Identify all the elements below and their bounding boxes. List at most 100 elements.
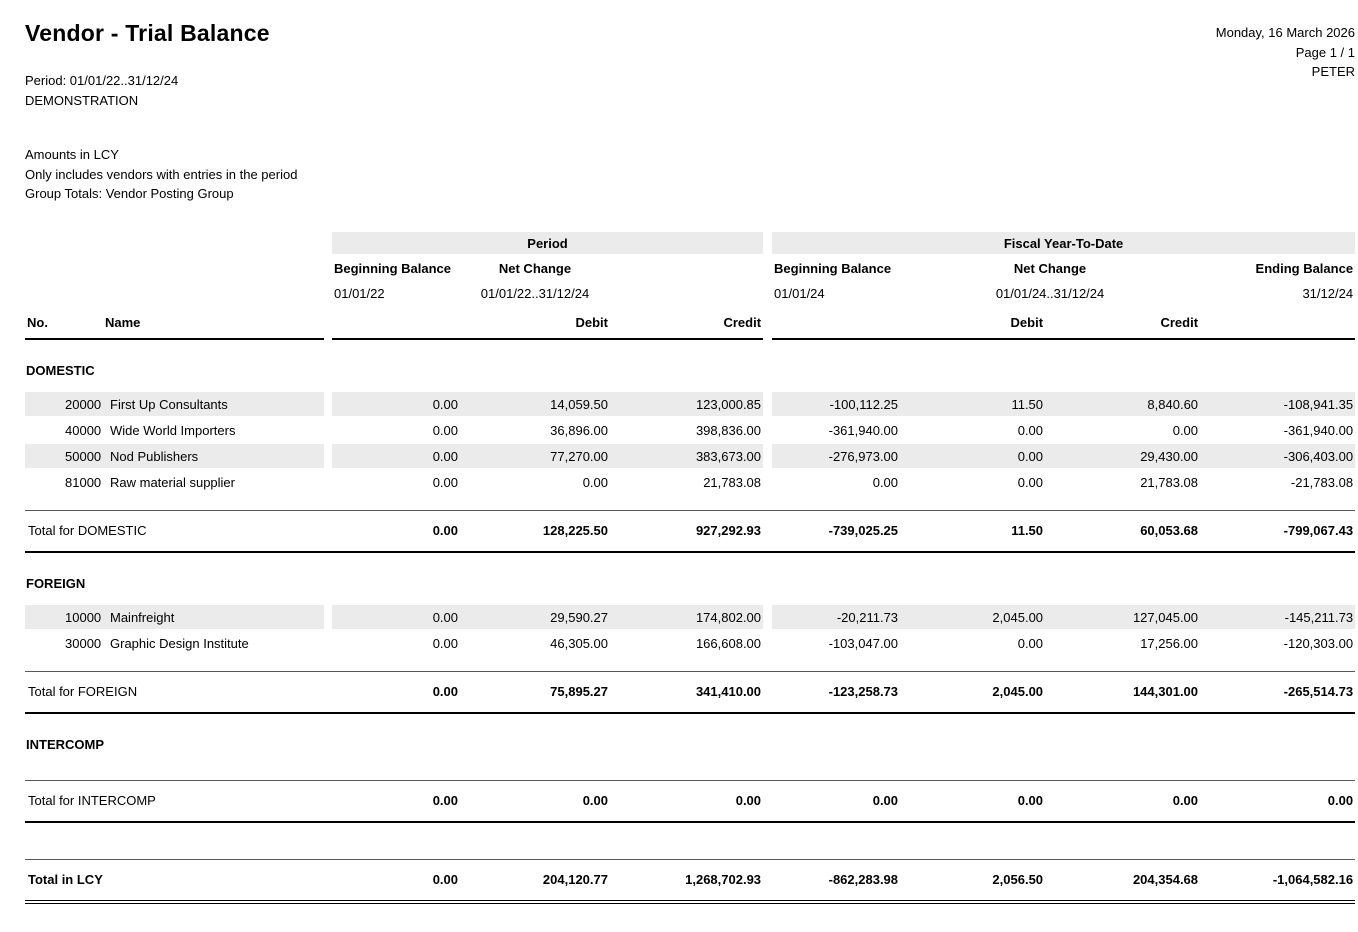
column-gap [324,510,332,553]
grand-total-label: Total in LCY [25,859,324,904]
column-header-row: No. Name Debit Credit Debit Credit [25,306,1355,340]
fytd-ending-balance: -306,403.00 [1200,444,1355,468]
fytd-credit-total: 0.00 [1045,780,1200,823]
header-date-row: 01/01/22 01/01/22..31/12/24 01/01/24 01/… [25,282,1355,304]
vendor-name: Nod Publishers [103,444,324,468]
header-label-row: Beginning Balance Net Change Beginning B… [25,256,1355,280]
spacer-row [25,342,1355,358]
column-gap [324,859,332,904]
column-gap [763,392,772,416]
empty-cell [332,306,460,340]
section-total-label: Total for DOMESTIC [25,510,324,553]
spacer [25,342,1355,358]
fytd-credit-total: 60,053.68 [1045,510,1200,553]
column-gap [324,444,332,468]
label-spacer [25,256,324,280]
period-debit: 46,305.00 [460,631,610,655]
period-credit: 174,802.00 [610,605,763,629]
fytd-debit: 2,045.00 [900,605,1045,629]
vendor-row: 40000 Wide World Importers 0.00 36,896.0… [25,418,1355,442]
column-gap [763,256,772,280]
column-gap [324,780,332,823]
company-name: DEMONSTRATION [25,91,178,111]
spacer-row [25,555,1355,571]
report-date: Monday, 16 March 2026 [1216,23,1355,43]
section-total-label: Total for INTERCOMP [25,780,324,823]
period-debit-total: 128,225.50 [460,510,610,553]
vendor-name: Mainfreight [103,605,324,629]
period-credit: 21,783.08 [610,470,763,494]
vendor-no: 40000 [25,418,103,442]
section-total-label: Total for FOREIGN [25,671,324,714]
fytd-credit-header: Credit [1045,306,1200,340]
column-gap [763,780,772,823]
section-total-row: Total for FOREIGN 0.00 75,895.27 341,410… [25,671,1355,714]
fytd-debit: 0.00 [900,470,1045,494]
fytd-ending-balance-total: -799,067.43 [1200,510,1355,553]
fytd-ending-balance-total: -265,514.73 [1200,671,1355,714]
column-gap [324,232,332,254]
period-credit: 166,608.00 [610,631,763,655]
spacer [25,595,1355,603]
spacer-row [25,825,1355,857]
vendor-name: Raw material supplier [103,470,324,494]
report-user: PETER [1216,62,1355,82]
band-spacer [25,232,324,254]
period-credit-total: 0.00 [610,780,763,823]
fytd-net-change-range: 01/01/24..31/12/24 [900,282,1200,304]
vendor-row: 50000 Nod Publishers 0.00 77,270.00 383,… [25,444,1355,468]
trial-balance-table: Period Fiscal Year-To-Date Beginning Bal… [25,230,1355,906]
period-debit: 29,590.27 [460,605,610,629]
vendor-name: Wide World Importers [103,418,324,442]
group-heading-row: INTERCOMP [25,734,1355,754]
fytd-ending-balance: -120,303.00 [1200,631,1355,655]
period-debit-grand-total: 204,120.77 [460,859,610,904]
fytd-debit-total: 2,045.00 [900,671,1045,714]
spacer [25,496,1355,508]
period-debit-header: Debit [460,306,610,340]
period-debit-total: 75,895.27 [460,671,610,714]
fytd-credit-grand-total: 204,354.68 [1045,859,1200,904]
report-meta: Monday, 16 March 2026 Page 1 / 1 PETER [1216,23,1355,82]
period-net-change-range: 01/01/22..31/12/24 [460,282,610,304]
filter-line-group-totals: Group Totals: Vendor Posting Group [25,184,297,204]
spacer [25,657,1355,669]
period-beginning-balance: 0.00 [332,418,460,442]
fytd-ending-date: 31/12/24 [1200,282,1355,304]
period-debit: 0.00 [460,470,610,494]
column-gap [324,605,332,629]
period-credit-total: 927,292.93 [610,510,763,553]
grand-total-row: Total in LCY 0.00 204,120.77 1,268,702.9… [25,859,1355,904]
fytd-ending-balance: -145,211.73 [1200,605,1355,629]
period-beginning-balance: 0.00 [332,605,460,629]
period-band-header: Period [332,232,763,254]
vendor-no: 10000 [25,605,103,629]
vendor-name: First Up Consultants [103,392,324,416]
group-heading-intercomp: INTERCOMP [25,734,1355,754]
period-beginning-balance-total: 0.00 [332,671,460,714]
column-gap [763,232,772,254]
column-gap [763,282,772,304]
vendor-no: 81000 [25,470,103,494]
vendor-row: 30000 Graphic Design Institute 0.00 46,3… [25,631,1355,655]
empty-cell [610,282,763,304]
column-gap [763,605,772,629]
column-gap [324,256,332,280]
spacer-row [25,756,1355,778]
period-net-change-label: Net Change [460,256,610,280]
vendor-row: 81000 Raw material supplier 0.00 0.00 21… [25,470,1355,494]
fytd-beginning-balance-grand-total: -862,283.98 [772,859,900,904]
period-beginning-balance-total: 0.00 [332,780,460,823]
vendor-row: 20000 First Up Consultants 0.00 14,059.5… [25,392,1355,416]
fytd-credit: 17,256.00 [1045,631,1200,655]
column-gap [763,306,772,340]
vendor-no: 30000 [25,631,103,655]
no-column-header: No. [25,306,103,340]
period-beginning-balance: 0.00 [332,470,460,494]
fytd-ending-balance-total: 0.00 [1200,780,1355,823]
column-gap [324,671,332,714]
filter-line-entries: Only includes vendors with entries in th… [25,165,297,185]
period-credit: 383,673.00 [610,444,763,468]
vendor-row: 10000 Mainfreight 0.00 29,590.27 174,802… [25,605,1355,629]
period-beginning-balance-grand-total: 0.00 [332,859,460,904]
